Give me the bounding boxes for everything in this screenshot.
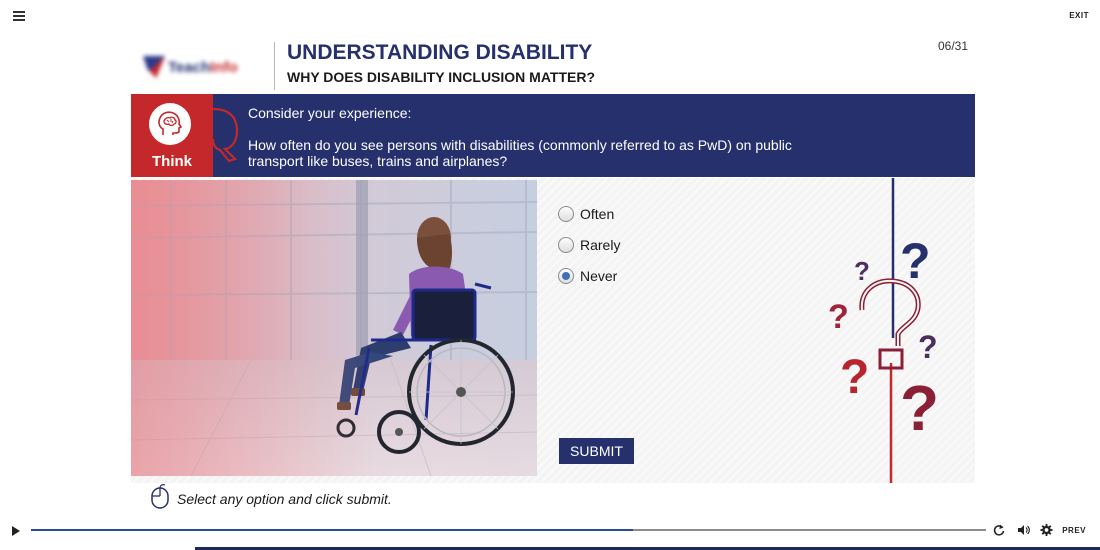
prev-button[interactable]: PREV (1062, 526, 1086, 535)
company-logo: TeachInfo (143, 52, 261, 82)
page-counter: 06/31 (938, 39, 969, 53)
option-label: Often (580, 205, 615, 222)
radio-never[interactable] (558, 267, 574, 284)
course-subtitle: WHY DOES DISABILITY INCLUSION MATTER? (287, 69, 596, 85)
mouse-icon (150, 483, 170, 514)
think-badge: Think (131, 94, 213, 177)
think-label: Think (152, 153, 192, 170)
play-icon[interactable] (11, 524, 21, 542)
answer-options: Often Rarely Never (558, 198, 620, 291)
instruction: Select any option and click submit. (150, 483, 392, 514)
svg-text:?: ? (900, 233, 931, 289)
question-banner: Think Consider your experience: How ofte… (131, 94, 975, 177)
banner-question: How often do you see persons with disabi… (248, 137, 792, 169)
progress-fill (31, 529, 633, 531)
volume-icon[interactable] (1017, 523, 1031, 542)
settings-icon[interactable] (1040, 523, 1053, 542)
option-label: Rarely (580, 236, 621, 253)
banner-heading: Consider your experience: (248, 105, 412, 121)
question-marks-illustration: ? ? ? ? ? ? (820, 178, 960, 483)
replay-icon[interactable] (993, 523, 1005, 542)
svg-text:?: ? (918, 329, 938, 365)
radio-often[interactable] (558, 205, 574, 222)
svg-text:?: ? (854, 256, 870, 286)
logo-divider (274, 42, 275, 90)
svg-text:?: ? (840, 351, 869, 404)
svg-text:?: ? (828, 298, 849, 336)
exit-button[interactable]: EXIT (1069, 11, 1089, 20)
option-often[interactable]: Often (558, 198, 620, 229)
instruction-text: Select any option and click submit. (177, 490, 392, 507)
option-rarely[interactable]: Rarely (558, 229, 620, 260)
q-letter-icon (211, 105, 241, 170)
brain-head-icon (149, 103, 191, 145)
menu-icon[interactable] (13, 11, 25, 21)
wheelchair-photo (131, 180, 537, 476)
course-title: UNDERSTANDING DISABILITY (287, 41, 593, 64)
player-controls: PREV (0, 515, 1100, 550)
svg-text:?: ? (900, 372, 939, 444)
option-never[interactable]: Never (558, 260, 620, 291)
option-label: Never (580, 267, 618, 284)
submit-button[interactable]: SUBMIT (559, 438, 634, 464)
radio-rarely[interactable] (558, 236, 574, 253)
progress-bar[interactable] (31, 529, 986, 531)
